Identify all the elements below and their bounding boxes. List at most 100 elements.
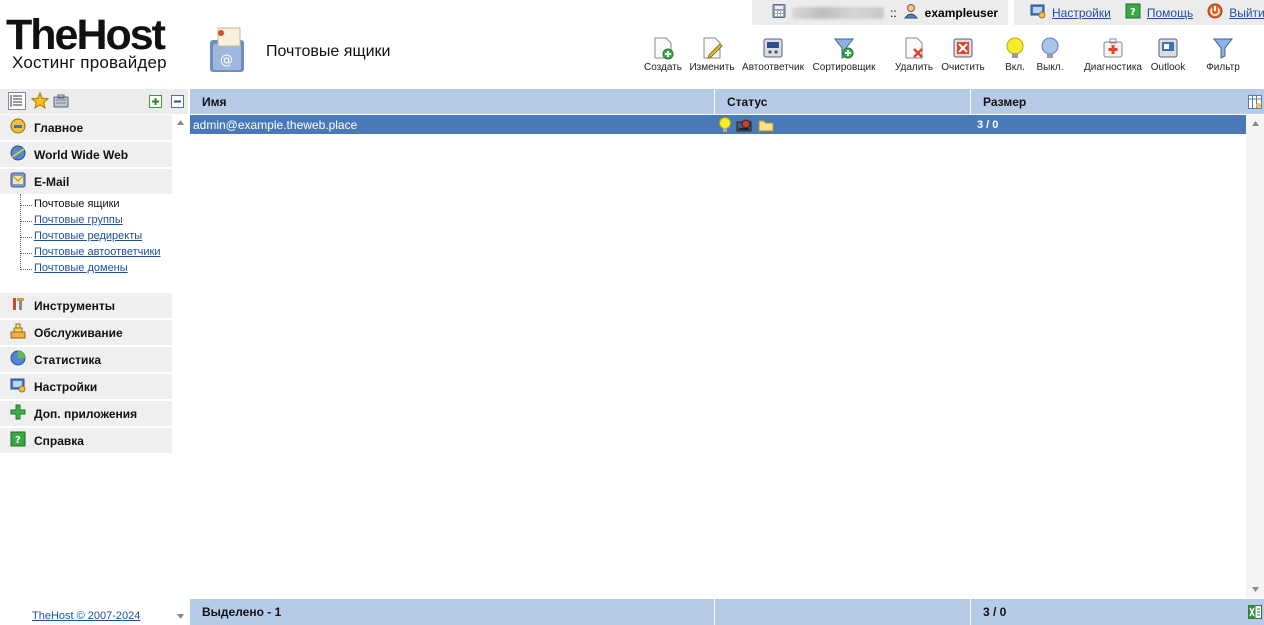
sidebar-item-label: Статистика [34,352,102,367]
sidebar-item-apps[interactable]: Доп. приложения [0,401,172,427]
scroll-up-icon[interactable] [177,120,184,125]
delete-document-icon [905,37,923,59]
user-bar: :: exampleuser [752,0,1008,25]
help-link[interactable]: Помощь [1147,6,1193,20]
diagnostics-label: Диагностика [1084,62,1142,73]
submenu-mailboxes[interactable]: Почтовые ящики [18,196,160,212]
power-icon[interactable] [1207,3,1223,22]
disable-label: Выкл. [1036,62,1064,73]
table-header: Имя Статус Размер [190,89,1264,114]
sorter-filter-icon [833,38,855,59]
bulb-on-icon [719,116,731,132]
column-header-status[interactable]: Статус [715,89,971,114]
edit-button[interactable]: Изменить [688,36,736,73]
submenu-label: Почтовые ящики [34,198,120,210]
logo-subtitle: Хостинг провайдер [12,53,167,72]
outlook-button[interactable]: Outlook [1148,36,1188,73]
sidebar-item-label: World Wide Web [34,147,129,162]
svg-text:?: ? [1130,7,1136,18]
footer-size-total: 3 / 0 [983,605,1007,619]
thehost-logo[interactable]: TheHost Хостинг провайдер [6,14,167,72]
top-links-bar: Настройки ? Помощь Выйти [1014,0,1264,25]
autoresponder-label: Автоответчик [742,62,804,73]
sidebar-toolbar [0,89,188,114]
autoresponder-button[interactable]: Автоответчик [740,36,806,73]
submenu-link[interactable]: Почтовые редиректы [34,230,142,242]
help-icon: ? [10,431,26,450]
sidebar-item-statistics[interactable]: Статистика [0,347,172,373]
submenu-mail-domains[interactable]: Почтовые домены [18,260,160,276]
footer-status [715,599,971,625]
scroll-down-icon[interactable] [1252,587,1259,592]
delete-button[interactable]: Удалить [892,36,936,73]
sidebar: Главное World Wide Web E-Mail Почтовые я… [0,89,188,625]
sidebar-item-tools[interactable]: Инструменты [0,293,172,319]
sidebar-item-email[interactable]: E-Mail [0,169,172,195]
cell-status [718,115,968,134]
settings-icon[interactable] [1030,3,1046,22]
sidebar-item-www[interactable]: World Wide Web [0,142,172,168]
folder-icon [758,120,774,131]
autoresponder-icon [763,38,783,58]
submenu-mail-redirects[interactable]: Почтовые редиректы [18,228,160,244]
create-label: Создать [644,62,683,73]
disable-button[interactable]: Выкл. [1034,36,1066,73]
selected-count: Выделено - 1 [190,599,715,625]
clear-label: Очистить [941,62,985,73]
briefcase-icon[interactable] [53,93,69,112]
filter-icon [1212,38,1234,59]
excel-export-icon[interactable] [1248,605,1262,622]
settings-link[interactable]: Настройки [1052,6,1111,20]
edit-document-icon [703,37,723,59]
sidebar-item-help[interactable]: ? Справка [0,428,172,454]
new-document-icon [654,37,674,60]
logout-link[interactable]: Выйти [1229,6,1264,20]
bulb-on-icon [1006,37,1024,58]
sidebar-item-settings[interactable]: Настройки [0,374,172,400]
sidebar-item-label: Справка [34,433,84,448]
sidebar-item-label: E-Mail [34,174,70,189]
sidebar-item-maintenance[interactable]: Обслуживание [0,320,172,346]
help-icon[interactable]: ? [1125,3,1141,22]
collapse-all-icon[interactable] [171,95,184,111]
first-aid-icon [1103,38,1123,58]
delete-label: Удалить [894,62,934,73]
tools-icon [10,296,26,315]
svg-text:@: @ [220,53,233,68]
favorites-star-icon[interactable] [30,91,50,113]
enable-label: Вкл. [1005,62,1025,73]
submenu-link[interactable]: Почтовые автоответчики [34,246,160,258]
submenu-mail-autoresponders[interactable]: Почтовые автоответчики [18,244,160,260]
create-button[interactable]: Создать [644,36,682,73]
submenu-mail-groups[interactable]: Почтовые группы [18,212,160,228]
column-settings-icon[interactable] [1248,95,1262,112]
sidebar-item-label: Инструменты [34,298,116,313]
sorter-button[interactable]: Сортировщик [810,36,878,73]
clear-button[interactable]: Очистить [940,36,986,73]
page-title: Почтовые ящики [266,43,391,60]
list-view-icon[interactable] [8,92,26,113]
sidebar-item-label: Главное [34,120,84,135]
cell-name: admin@example.theweb.place [193,117,358,132]
enable-button[interactable]: Вкл. [1000,36,1030,73]
calculator-icon[interactable] [772,4,786,21]
submenu-link[interactable]: Почтовые домены [34,262,128,274]
filter-button[interactable]: Фильтр [1204,36,1242,73]
email-submenu: Почтовые ящики Почтовые группы Почтовые … [18,194,160,276]
sidebar-item-label: Настройки [34,379,98,394]
expand-all-icon[interactable] [149,95,162,111]
copyright-link[interactable]: TheHost © 2007-2024 [32,610,140,622]
clear-icon [953,38,973,58]
diagnostics-button[interactable]: Диагностика [1082,36,1144,73]
sidebar-scrollbar[interactable] [172,114,188,625]
scroll-up-icon[interactable] [1252,121,1259,126]
scroll-down-icon[interactable] [177,614,184,619]
table-footer: Выделено - 1 3 / 0 [190,599,1264,625]
sidebar-item-main[interactable]: Главное [0,115,172,141]
table-row[interactable]: admin@example.theweb.place 3 / 0 [190,115,1246,134]
table-scrollbar[interactable] [1246,115,1264,598]
column-header-size[interactable]: Размер [971,89,1246,114]
submenu-link[interactable]: Почтовые группы [34,214,123,226]
filter-label: Фильтр [1206,62,1240,73]
column-header-name[interactable]: Имя [190,89,715,114]
